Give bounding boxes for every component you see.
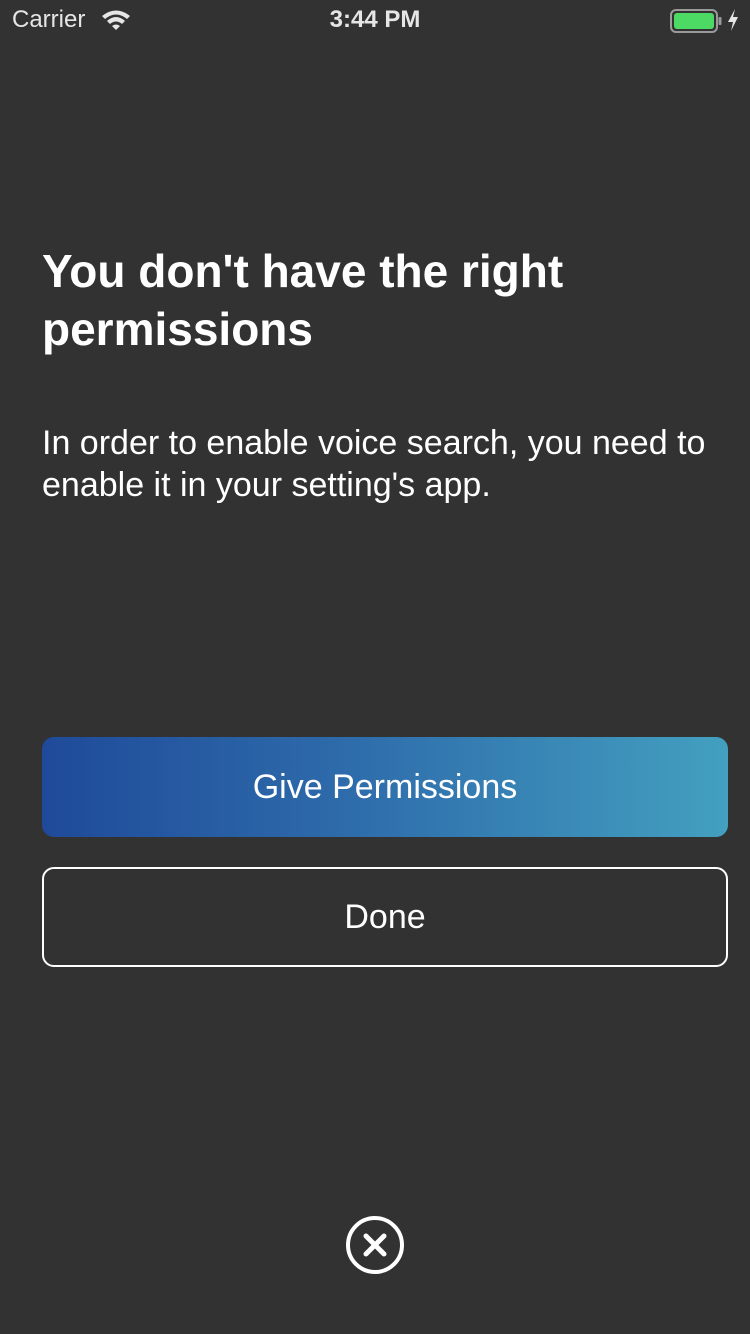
done-button[interactable]: Done: [42, 867, 728, 967]
battery-icon: [670, 9, 722, 33]
done-label: Done: [344, 897, 426, 936]
status-time: 3:44 PM: [329, 6, 421, 33]
close-button[interactable]: [345, 1215, 405, 1275]
permission-message: In order to enable voice search, you nee…: [42, 424, 706, 504]
charging-bolt-icon: [726, 8, 740, 32]
close-circle-icon: [345, 1215, 405, 1275]
give-permissions-button[interactable]: Give Permissions: [42, 737, 728, 837]
status-bar: Carrier 3:44 PM: [0, 0, 750, 40]
give-permissions-label: Give Permissions: [252, 767, 518, 806]
page-title: You don't have the right permissions: [42, 245, 564, 355]
